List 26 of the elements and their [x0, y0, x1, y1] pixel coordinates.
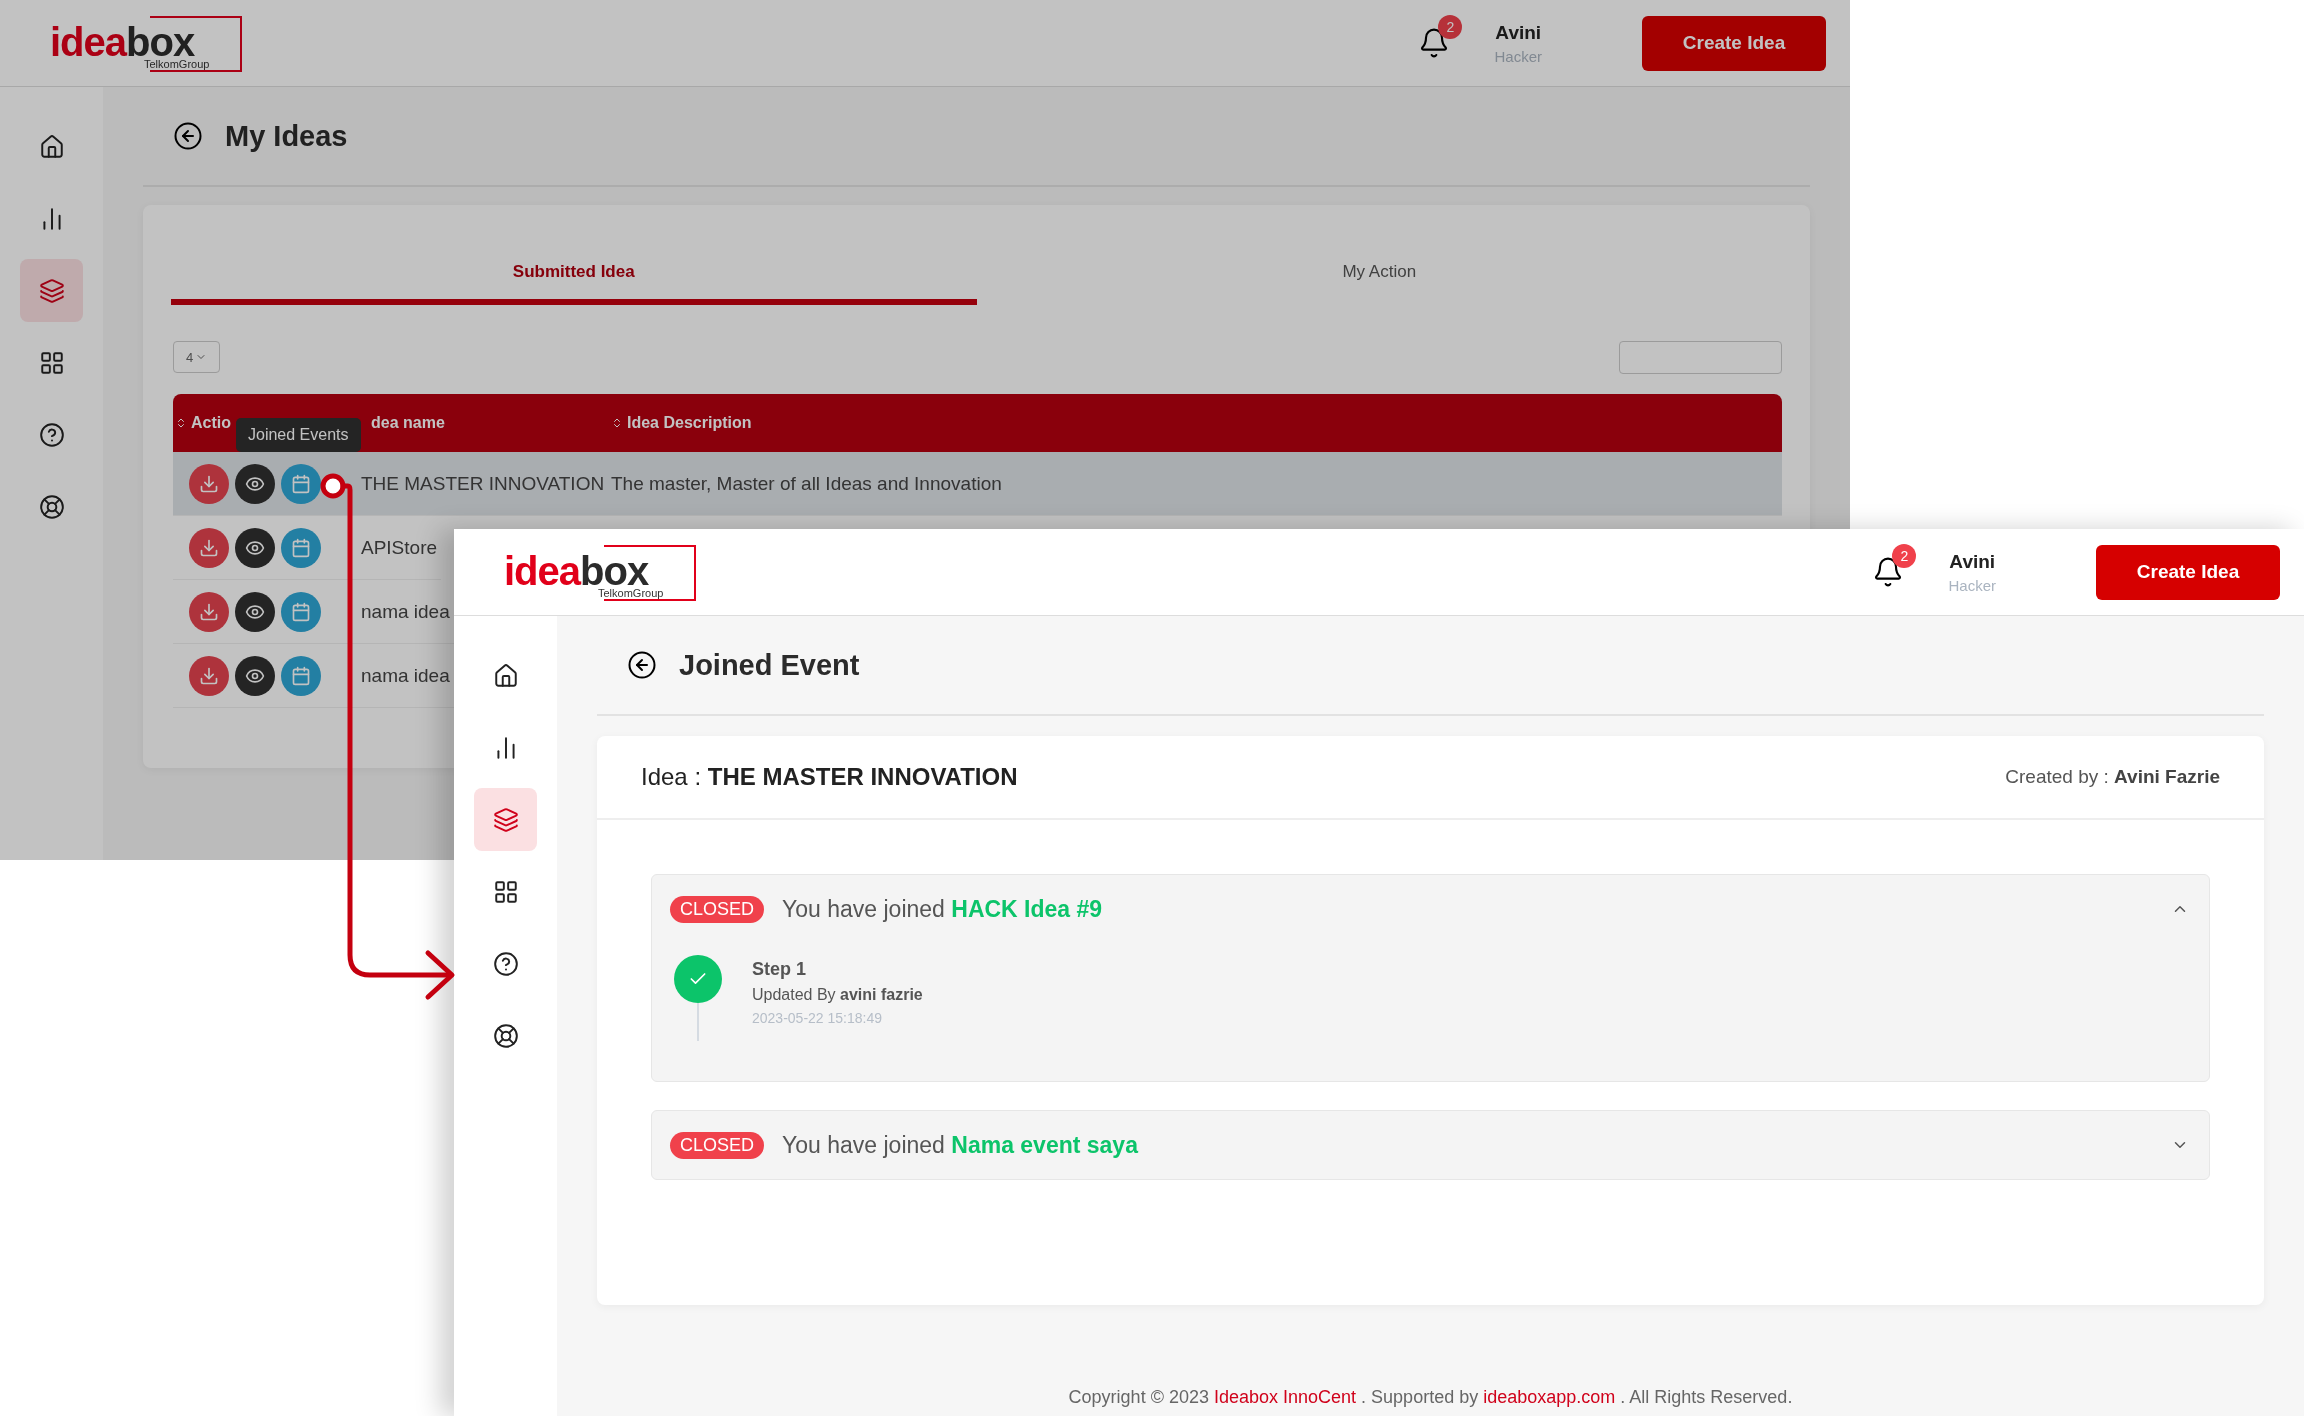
table-cell-text: nama idea	[361, 664, 451, 687]
notification-badge: 2	[1892, 544, 1917, 568]
step-time: 2023-05-22 15:18:49	[752, 1010, 883, 1026]
table-cell-text: The master, Master of all Ideas and Innovation	[611, 472, 1003, 495]
page-title: My Ideas	[225, 119, 348, 153]
page-title: Joined Event	[679, 648, 860, 682]
table-cell-text: THE MASTER INNOVATION	[361, 472, 606, 495]
user-name: Avini	[1495, 21, 1542, 44]
step-updated-by: Updated By avini fazrie	[752, 986, 923, 1004]
status-badge: CLOSED	[670, 895, 765, 923]
user-role: Hacker	[1948, 576, 1996, 594]
logo-tagline: TelkomGroup	[598, 587, 664, 599]
footer-copyright: Copyright © 2023 Ideabox InnoCent . Supported by ideaboxapp.com . All Rights Reserved.	[1067, 1387, 1794, 1409]
status-badge: CLOSED	[670, 1131, 765, 1159]
table-cell-text: nama idea	[361, 600, 451, 623]
step-title: Step 1	[752, 959, 808, 980]
idea-title: Idea : THE MASTER INNOVATION	[641, 763, 1018, 791]
user-name: Avini	[1949, 550, 1996, 573]
logo-tagline: TelkomGroup	[144, 58, 210, 70]
table-cell-text: APIStore	[361, 536, 439, 559]
user-role: Hacker	[1494, 47, 1542, 65]
event-text: You have joined HACK Idea #9	[782, 895, 1104, 923]
notification-badge: 2	[1438, 15, 1463, 39]
tooltip: Joined Events	[236, 418, 361, 452]
created-by: Created by : Avini Fazrie	[2005, 766, 2220, 788]
event-text: You have joined Nama event saya	[782, 1131, 1140, 1159]
